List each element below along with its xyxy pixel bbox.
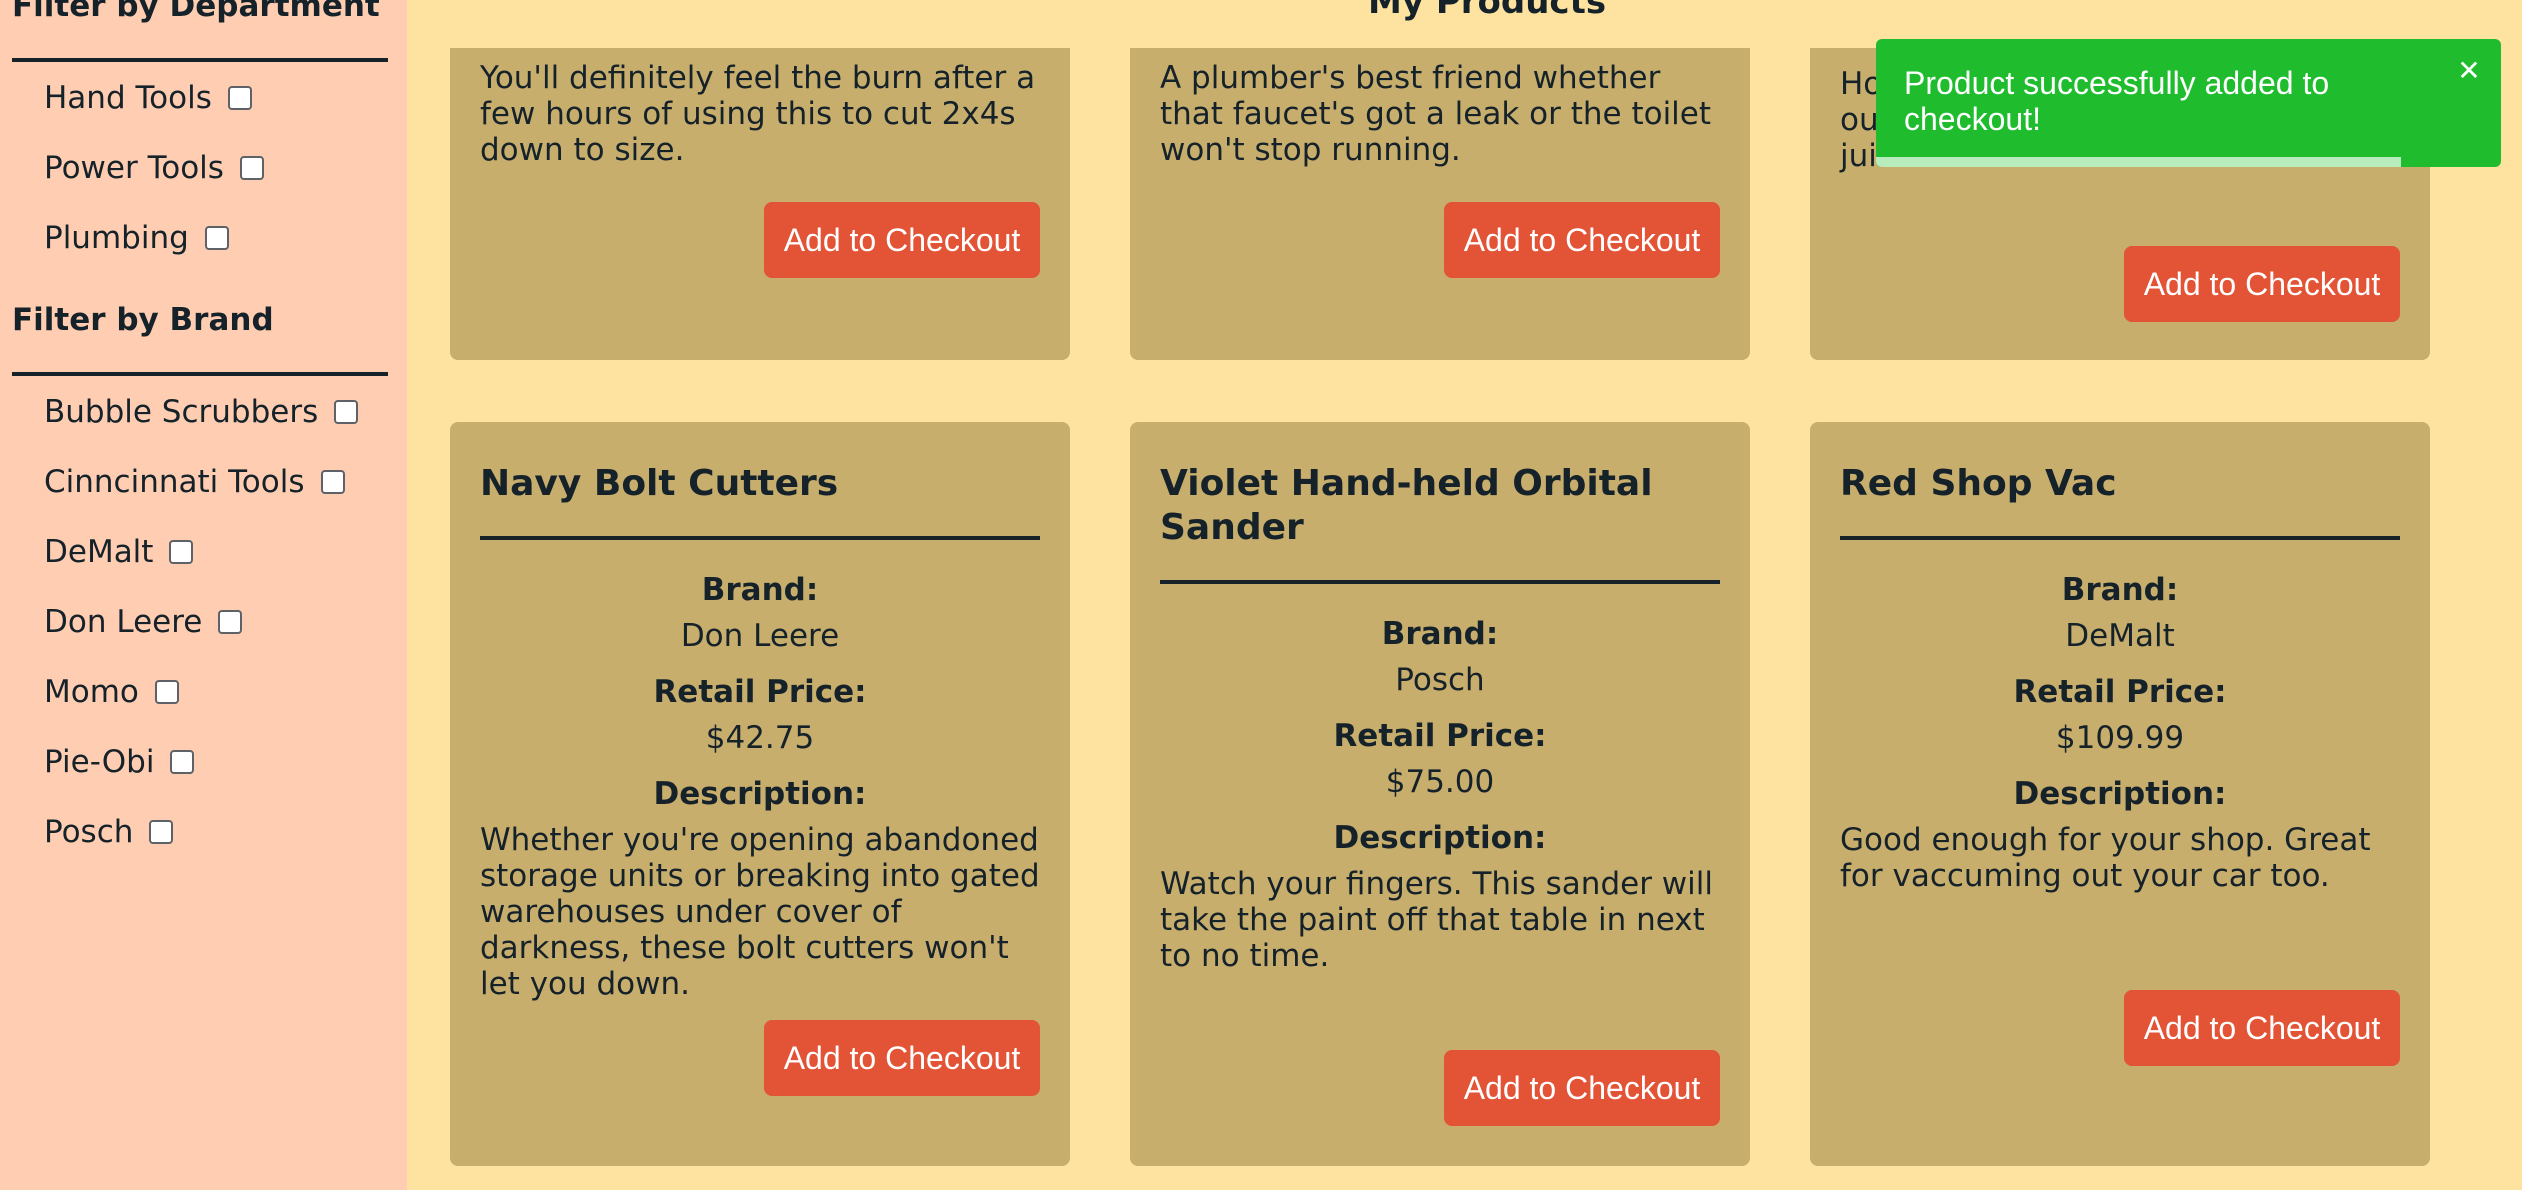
checkbox[interactable] <box>218 610 243 634</box>
filter-label: Power Tools <box>44 150 224 186</box>
retail-price-label: Retail Price: <box>1333 718 1547 754</box>
retail-price-label: Retail Price: <box>653 674 867 710</box>
toast-progress-track <box>1876 157 2501 167</box>
filter-sidebar: Filter by Department Hand Tools Power To… <box>0 0 407 1190</box>
filter-label: Plumbing <box>44 220 189 256</box>
checkbox[interactable] <box>170 750 195 774</box>
product-description: Good enough for your shop. Great for vac… <box>1840 822 2371 894</box>
add-to-checkout-button[interactable]: Add to Checkout <box>1444 202 1720 278</box>
checkbox[interactable] <box>154 680 179 704</box>
product-card: Red Shop Vac Brand: DeMalt Retail Price:… <box>1810 422 2430 1166</box>
product-description: A plumber's best friend whether that fau… <box>1160 60 1712 168</box>
department-heading-divider <box>12 58 388 62</box>
filter-label: Pie-Obi <box>44 744 155 780</box>
product-price: $109.99 <box>2055 720 2185 756</box>
brand-label: Brand: <box>2061 572 2179 608</box>
brand-filter-pie-obi[interactable]: Pie-Obi <box>44 742 195 782</box>
product-name: Red Shop Vac <box>1840 463 2117 504</box>
brand-label: Brand: <box>1381 616 1499 652</box>
brand-filter-heading: Filter by Brand <box>12 302 274 338</box>
checkbox[interactable] <box>204 226 229 250</box>
product-description: Watch your fingers. This sander will tak… <box>1160 866 1713 974</box>
filter-label: Don Leere <box>44 604 203 640</box>
filter-label: Hand Tools <box>44 80 212 116</box>
add-to-checkout-button[interactable]: Add to Checkout <box>1444 1050 1720 1126</box>
add-to-checkout-button[interactable]: Add to Checkout <box>2124 990 2400 1066</box>
product-brand: DeMalt <box>2065 618 2175 654</box>
filter-label: Momo <box>44 674 139 710</box>
page-title: My Products <box>1368 0 1607 22</box>
product-name: Navy Bolt Cutters <box>480 463 839 504</box>
brand-filter-bubble-scrubbers[interactable]: Bubble Scrubbers <box>44 392 359 432</box>
checkbox[interactable] <box>169 540 194 564</box>
product-description: Whether you're opening abandoned storage… <box>480 822 1040 1002</box>
product-area: My Products You'll definitely feel the b… <box>407 0 2522 1190</box>
product-title-divider <box>480 536 1040 540</box>
checkbox[interactable] <box>334 400 359 424</box>
department-filter-power-tools[interactable]: Power Tools <box>44 148 264 188</box>
department-filter-heading: Filter by Department <box>12 0 380 24</box>
brand-heading-divider <box>12 372 388 376</box>
description-label: Description: <box>653 776 867 812</box>
checkbox[interactable] <box>239 156 264 180</box>
brand-filter-don-leere[interactable]: Don Leere <box>44 602 243 642</box>
product-price: $42.75 <box>705 720 815 756</box>
retail-price-label: Retail Price: <box>2013 674 2227 710</box>
brand-label: Brand: <box>701 572 819 608</box>
brand-filter-cinncinnati-tools[interactable]: Cinncinnati Tools <box>44 462 345 502</box>
close-icon[interactable]: ✕ <box>2453 51 2485 91</box>
product-name: Violet Hand-held Orbital Sander <box>1160 463 1653 548</box>
product-description: You'll definitely feel the burn after a … <box>480 60 1036 168</box>
product-card: A plumber's best friend whether that fau… <box>1130 48 1750 360</box>
checkbox[interactable] <box>149 820 174 844</box>
product-card: Navy Bolt Cutters Brand: Don Leere Retai… <box>450 422 1070 1166</box>
toast-message: Product successfully added to checkout! <box>1904 65 2330 137</box>
checkbox[interactable] <box>320 470 345 494</box>
department-filter-plumbing[interactable]: Plumbing <box>44 218 229 258</box>
product-brand: Posch <box>1395 662 1485 698</box>
brand-filter-posch[interactable]: Posch <box>44 812 174 852</box>
product-card: Violet Hand-held Orbital Sander Brand: P… <box>1130 422 1750 1166</box>
product-grid: You'll definitely feel the burn after a … <box>407 48 2522 1190</box>
department-filter-hand-tools[interactable]: Hand Tools <box>44 78 252 118</box>
product-card: You'll definitely feel the burn after a … <box>450 48 1070 360</box>
checkbox[interactable] <box>227 86 252 110</box>
filter-label: Cinncinnati Tools <box>44 464 305 500</box>
add-to-checkout-button[interactable]: Add to Checkout <box>2124 246 2400 322</box>
product-title-divider <box>1160 580 1720 584</box>
brand-filter-demalt[interactable]: DeMalt <box>44 532 194 572</box>
filter-label: DeMalt <box>44 534 154 570</box>
filter-label: Bubble Scrubbers <box>44 394 319 430</box>
toast-progress-bar <box>1876 157 2401 167</box>
success-toast: Product successfully added to checkout! … <box>1876 39 2501 167</box>
product-title-divider <box>1840 536 2400 540</box>
add-to-checkout-button[interactable]: Add to Checkout <box>764 202 1040 278</box>
description-label: Description: <box>1333 820 1547 856</box>
filter-label: Posch <box>44 814 134 850</box>
add-to-checkout-button[interactable]: Add to Checkout <box>764 1020 1040 1096</box>
description-label: Description: <box>2013 776 2227 812</box>
brand-filter-momo[interactable]: Momo <box>44 672 179 712</box>
product-price: $75.00 <box>1385 764 1495 800</box>
product-brand: Don Leere <box>680 618 840 654</box>
